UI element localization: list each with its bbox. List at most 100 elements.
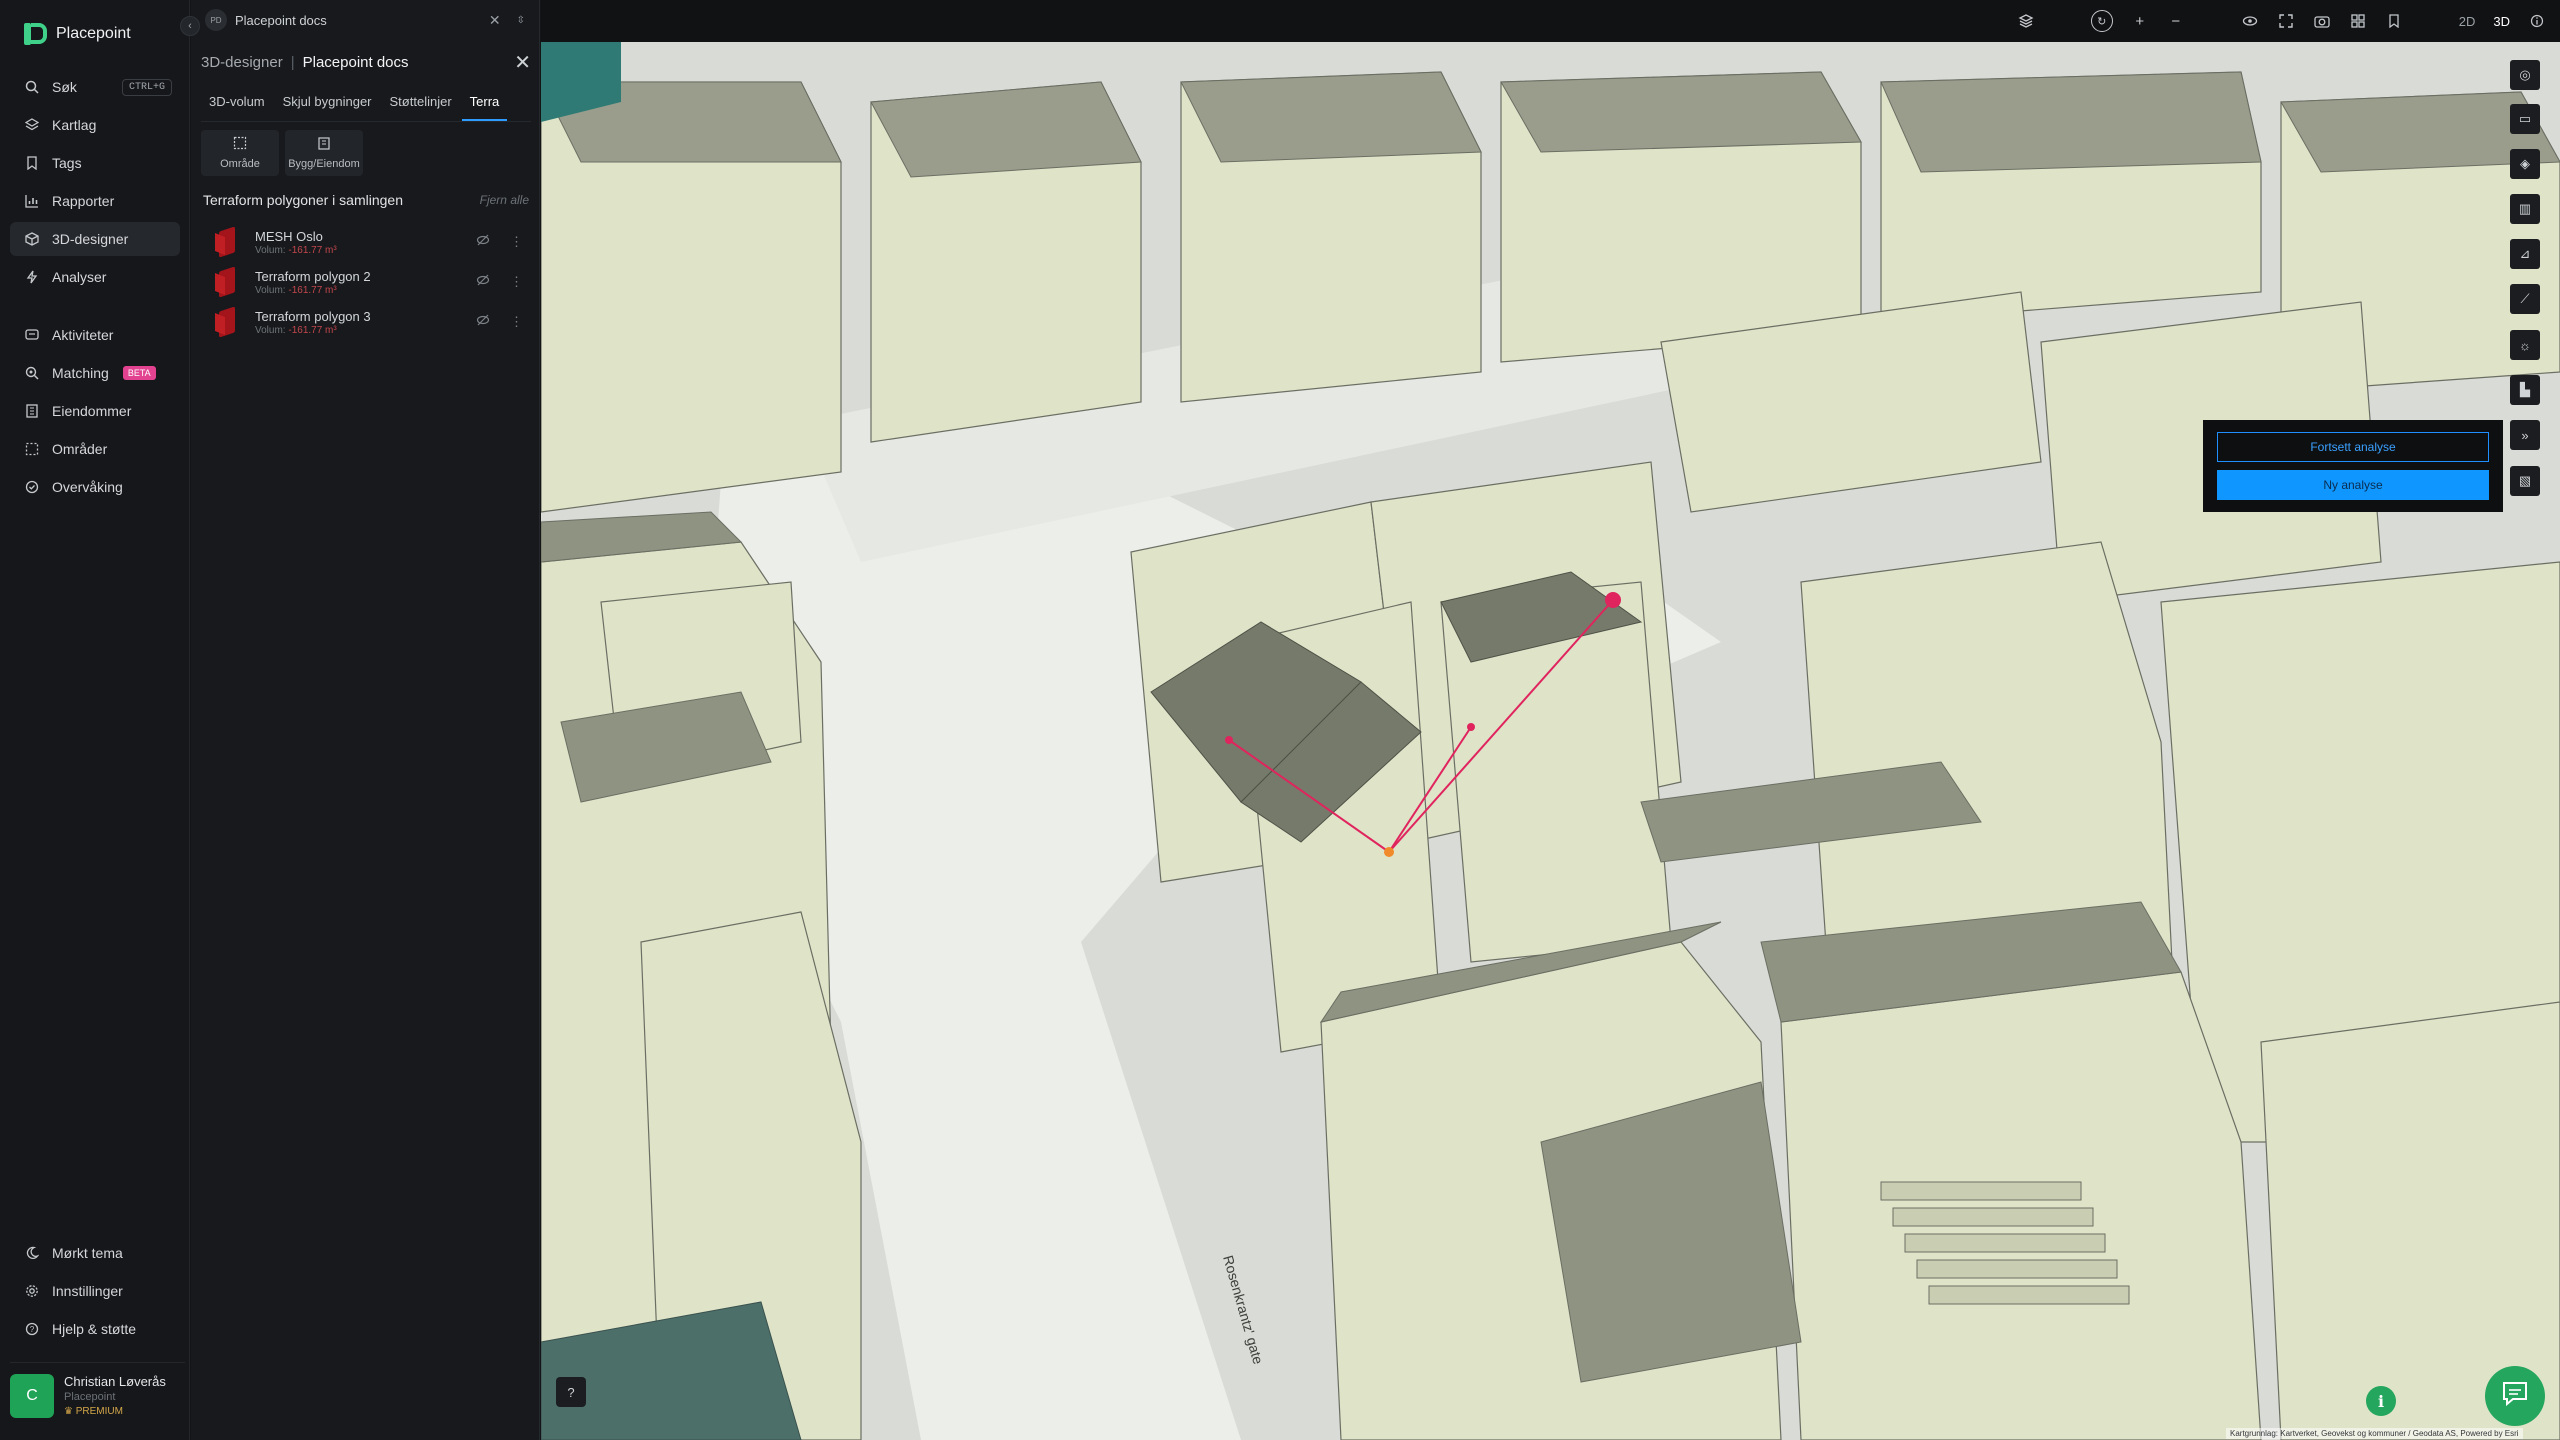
close-panel-icon[interactable]: ✕: [514, 50, 531, 75]
tool-globe-icon[interactable]: ◎: [2510, 60, 2540, 90]
chat-button[interactable]: [2485, 1366, 2545, 1426]
tool-label: Bygg/Eiendom: [288, 158, 360, 170]
new-analysis-button[interactable]: Ny analyse: [2217, 470, 2489, 500]
tool-expand-icon[interactable]: »: [2510, 420, 2540, 450]
analysis-popover: Fortsett analyse Ny analyse: [2203, 420, 2503, 512]
more-icon[interactable]: ⋮: [510, 234, 523, 250]
polygon-volume: Volum: -161.77 m³: [255, 325, 371, 336]
panel-title: Placepoint docs: [302, 53, 409, 71]
nav-item-kartlag[interactable]: Kartlag: [10, 108, 180, 142]
nav-item-dark-theme[interactable]: Mørkt tema: [10, 1236, 180, 1270]
nav-item-3d-designer[interactable]: 3D-designer: [10, 222, 180, 256]
tool-ruler-icon[interactable]: ▭: [2510, 104, 2540, 134]
polygon-info: MESH Oslo Volum: -161.77 m³: [255, 229, 337, 256]
nav-item-overvaking[interactable]: Overvåking: [10, 470, 180, 504]
nav-label: Hjelp & støtte: [52, 1321, 137, 1337]
polygon-info: Terraform polygon 2 Volum: -161.77 m³: [255, 269, 371, 296]
eye-icon[interactable]: [2241, 15, 2259, 27]
document-tab-title: Placepoint docs: [235, 12, 327, 28]
nav-bottom: Mørkt tema Innstillinger ? Hjelp & støtt…: [10, 1236, 180, 1350]
more-icon[interactable]: ⋮: [510, 314, 523, 330]
tool-analysis-icon[interactable]: ▧: [2510, 466, 2540, 496]
section-title: Terraform polygoner i samlingen: [203, 192, 403, 208]
document-tab[interactable]: PD Placepoint docs ✕ ⇳: [205, 8, 525, 32]
tool-profile-icon[interactable]: ⟋: [2510, 284, 2540, 314]
tool-layers-icon[interactable]: ◈: [2510, 149, 2540, 179]
polygon-volume: Volum: -161.77 m³: [255, 245, 337, 256]
polygon-name: MESH Oslo: [255, 228, 323, 244]
tool-building-icon[interactable]: ▙: [2510, 375, 2540, 405]
nav-item-aktiviteter[interactable]: Aktiviteter: [10, 318, 180, 352]
mode-3d-button[interactable]: 3D: [2493, 14, 2510, 29]
chevron-left-icon: ‹: [188, 20, 192, 32]
polygon-volume: Volum: -161.77 m³: [255, 285, 371, 296]
list-item[interactable]: Terraform polygon 2 Volum: -161.77 m³ ⋮: [213, 262, 523, 302]
camera-icon[interactable]: [2313, 14, 2331, 28]
tab-terra[interactable]: Terra: [461, 92, 508, 121]
nav-item-matching[interactable]: Matching BETA: [10, 356, 180, 390]
nav-label: Områder: [52, 441, 108, 457]
volume-label: Volum:: [255, 324, 286, 336]
compass-icon[interactable]: ↻: [2090, 10, 2113, 32]
tool-omrade[interactable]: Område: [201, 130, 279, 176]
nav-label: Søk: [52, 79, 77, 95]
tool-measure-icon[interactable]: ⊿: [2510, 239, 2540, 269]
nav-item-search[interactable]: Søk CTRL+G: [10, 70, 180, 104]
fullscreen-icon[interactable]: [2277, 14, 2295, 28]
polygon-thumbnail: [213, 265, 241, 299]
nav-divider: [10, 298, 180, 318]
nav-label: 3D-designer: [52, 231, 129, 247]
polygon-actions: ⋮: [476, 274, 523, 290]
nav-item-analyser[interactable]: Analyser: [10, 260, 180, 294]
grid-icon[interactable]: [2349, 14, 2367, 28]
zoom-in-icon[interactable]: +: [2131, 13, 2149, 30]
3d-scene: Rosenkrantz' gate: [541, 42, 2560, 1440]
eye-off-icon[interactable]: [476, 314, 490, 330]
nav-label: Rapporter: [52, 193, 115, 209]
chevron-updown-icon[interactable]: ⇳: [517, 15, 525, 26]
tab-3d-volum[interactable]: 3D-volum: [201, 92, 273, 121]
map-help-button[interactable]: ?: [556, 1377, 586, 1407]
info-button[interactable]: i: [2366, 1386, 2396, 1416]
list-item[interactable]: Terraform polygon 3 Volum: -161.77 m³ ⋮: [213, 302, 523, 342]
close-icon[interactable]: ✕: [489, 12, 501, 29]
tab-stottelinjer[interactable]: Støttelinjer: [382, 92, 460, 121]
help-icon: ?: [24, 1321, 40, 1337]
remove-all-button[interactable]: Fjern alle: [480, 193, 529, 207]
tool-chart-icon[interactable]: ▥: [2510, 194, 2540, 224]
mode-2d-button[interactable]: 2D: [2459, 14, 2476, 29]
layers-stack-icon[interactable]: [2017, 13, 2035, 29]
eye-off-icon[interactable]: [476, 234, 490, 250]
map-viewport[interactable]: Rosenkrantz' gate: [541, 42, 2560, 1440]
tool-sun-icon[interactable]: ☼: [2510, 330, 2540, 360]
nav-item-help[interactable]: ? Hjelp & støtte: [10, 1312, 180, 1346]
nav-label: Matching: [52, 365, 109, 381]
tool-label: Område: [220, 158, 260, 170]
app-root: Placepoint Søk CTRL+G Kartlag Tags Rappo…: [0, 0, 2560, 1440]
user-profile[interactable]: C Christian Løverås Placepoint ♛ PREMIUM: [10, 1362, 185, 1422]
svg-text:?: ?: [30, 1325, 35, 1334]
polygon-name: Terraform polygon 3: [255, 308, 371, 324]
nav-item-eiendommer[interactable]: Eiendommer: [10, 394, 180, 428]
tab-skjul-bygninger[interactable]: Skjul bygninger: [275, 92, 380, 121]
brand[interactable]: Placepoint: [22, 20, 131, 48]
layers-icon: [24, 117, 40, 133]
nav-item-rapporter[interactable]: Rapporter: [10, 184, 180, 218]
polygon-actions: ⋮: [476, 314, 523, 330]
beta-badge: BETA: [122, 366, 156, 380]
breadcrumb[interactable]: 3D-designer: [201, 54, 283, 71]
user-org: Placepoint: [64, 1391, 116, 1403]
list-item[interactable]: MESH Oslo Volum: -161.77 m³ ⋮: [213, 222, 523, 262]
info-outline-icon[interactable]: [2528, 14, 2546, 28]
tool-bygg-eiendom[interactable]: Bygg/Eiendom: [285, 130, 363, 176]
collapse-sidebar-button[interactable]: ‹: [180, 16, 200, 36]
more-icon[interactable]: ⋮: [510, 274, 523, 290]
moon-icon: [24, 1245, 40, 1261]
eye-off-icon[interactable]: [476, 274, 490, 290]
zoom-out-icon[interactable]: −: [2167, 13, 2185, 30]
continue-analysis-button[interactable]: Fortsett analyse: [2217, 432, 2489, 462]
nav-item-settings[interactable]: Innstillinger: [10, 1274, 180, 1308]
nav-item-tags[interactable]: Tags: [10, 146, 180, 180]
bookmark-icon[interactable]: [2385, 14, 2403, 28]
nav-item-omrader[interactable]: Områder: [10, 432, 180, 466]
